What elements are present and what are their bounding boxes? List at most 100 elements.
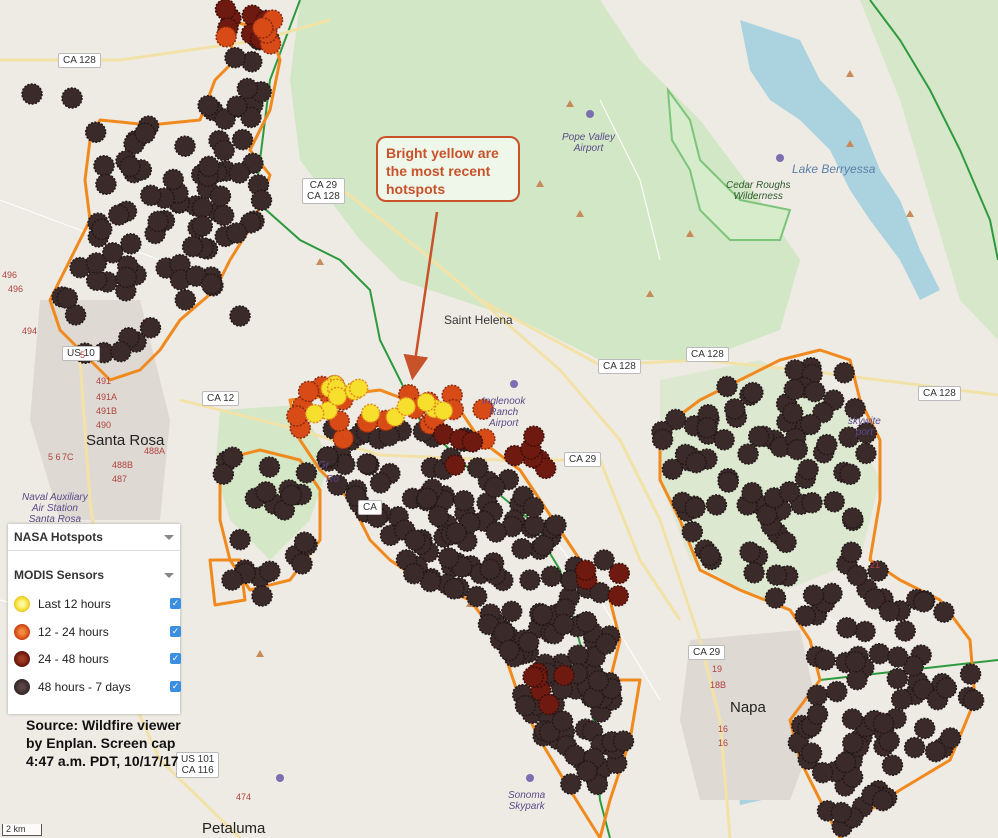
place-saint-helena: Saint Helena — [444, 313, 513, 327]
hotspot-48h-7d — [225, 222, 248, 244]
hotspot-48h-7d — [403, 562, 425, 585]
hotspot-48h-7d — [532, 534, 555, 557]
park-area — [290, 0, 800, 360]
hotspot-48h-7d — [894, 620, 916, 642]
hotspot-48h-7d — [840, 541, 863, 563]
hotspot-48h-7d — [213, 139, 235, 162]
exit-number: 21 — [870, 560, 881, 570]
hotspot-48h-7d — [612, 730, 635, 752]
hotspot-48h-7d — [962, 689, 985, 712]
hotspot-48h-7d — [356, 453, 378, 475]
hotspot-48h-7d — [839, 463, 861, 486]
hotspot-12-24h — [332, 427, 355, 450]
hotspot-48h-7d — [764, 587, 787, 609]
legend-item-label: Last 12 hours — [38, 597, 111, 611]
hotspot-48h-7d — [181, 235, 204, 258]
hotspot-48h-7d — [742, 381, 764, 404]
hotspot-48h-7d — [887, 646, 909, 668]
hotspot-48h-7d — [479, 558, 501, 581]
hotspot-48h-7d — [416, 487, 438, 510]
exit-number: 496 — [8, 284, 24, 294]
chevron-down-icon[interactable] — [164, 573, 174, 578]
hotspot-24-48h — [523, 425, 545, 447]
legend-item[interactable]: 48 hours - 7 days ✓ — [14, 677, 181, 711]
hotspot-48h-7d — [545, 514, 567, 536]
hotspot-48h-7d — [251, 585, 273, 607]
hotspot-48h-7d — [890, 688, 913, 711]
hotspot-last-12h — [304, 403, 325, 424]
chevron-down-icon[interactable] — [164, 535, 174, 540]
hotspot-48h-7d — [258, 456, 281, 478]
road-shield: CA 128 — [598, 359, 641, 374]
exit-number: 491A — [96, 392, 118, 402]
hotspot-48h-7d — [212, 463, 235, 485]
legend-item[interactable]: 24 - 48 hours ✓ — [14, 649, 181, 671]
hotspot-24-48h — [608, 562, 631, 585]
checkbox[interactable]: ✓ — [170, 598, 181, 609]
legend-item[interactable]: Last 12 hours ✓ — [14, 594, 181, 616]
hotspot-48h-7d — [912, 591, 935, 613]
hotspot-12-24h — [215, 26, 237, 48]
exit-number: 19 — [712, 664, 723, 674]
hotspot-48h-7d — [814, 649, 836, 671]
hotspot-48h-7d — [717, 471, 739, 493]
hotspot-48h-7d — [226, 95, 248, 117]
hotspot-48h-7d — [564, 744, 586, 766]
hotspot-48h-7d — [293, 531, 316, 553]
hotspot-48h-7d — [800, 742, 823, 764]
hotspot-48h-7d — [120, 232, 142, 255]
hotspot-48h-7d — [681, 521, 704, 543]
hotspot-48h-7d — [651, 428, 674, 451]
checkbox[interactable]: ✓ — [170, 626, 181, 637]
hotspot-24-48h — [553, 664, 575, 687]
exit-number: 487 — [112, 474, 128, 484]
hotspot-48h-7d — [685, 451, 707, 474]
hotspot-last-12h — [360, 403, 381, 424]
hotspot-icon — [14, 651, 30, 667]
hotspot-48h-7d — [804, 380, 826, 403]
hotspot-48h-7d — [713, 428, 735, 451]
exit-number: 490 — [96, 420, 112, 430]
hotspot-48h-7d — [519, 569, 541, 591]
hotspot-48h-7d — [140, 184, 162, 207]
hotspot-48h-7d — [255, 481, 277, 503]
hotspot-48h-7d — [786, 438, 809, 461]
legend-item[interactable]: 12 - 24 hours ✓ — [14, 622, 181, 644]
hotspot-48h-7d — [200, 273, 223, 295]
hotspot-48h-7d — [855, 442, 877, 465]
hotspot-48h-7d — [224, 46, 246, 69]
hotspot-24-48h — [607, 585, 629, 607]
legend-section: MODIS Sensors — [14, 568, 105, 582]
hotspot-48h-7d — [826, 680, 848, 703]
hotspot-48h-7d — [493, 621, 515, 644]
hotspot-48h-7d — [139, 317, 162, 339]
hotspot-48h-7d — [816, 433, 838, 456]
place-cedar-roughs: Cedar Roughs Wilderness — [726, 180, 791, 202]
hotspot-48h-7d — [833, 362, 855, 384]
hotspot-48h-7d — [823, 490, 845, 513]
checkbox[interactable]: ✓ — [170, 653, 181, 664]
hotspot-48h-7d — [56, 287, 79, 309]
hotspot-48h-7d — [593, 549, 615, 571]
hotspot-48h-7d — [737, 443, 759, 465]
exit-number: 474 — [236, 792, 252, 802]
hotspot-48h-7d — [743, 562, 765, 584]
hotspot-48h-7d — [595, 633, 617, 655]
hotspot-48h-7d — [913, 717, 936, 740]
hotspot-48h-7d — [522, 496, 545, 519]
hotspot-48h-7d — [95, 173, 117, 196]
hotspot-48h-7d — [806, 684, 829, 707]
hotspot-48h-7d — [209, 185, 232, 207]
hotspot-48h-7d — [587, 669, 610, 692]
hotspot-48h-7d — [575, 611, 598, 633]
hotspot-48h-7d — [551, 710, 574, 732]
checkbox[interactable]: ✓ — [170, 681, 181, 692]
hotspot-last-12h — [348, 378, 369, 399]
exit-number: 491 — [96, 376, 112, 386]
hotspot-48h-7d — [959, 663, 982, 685]
hotspot-24-48h — [444, 454, 466, 476]
hotspot-48h-7d — [212, 204, 235, 227]
hotspot-24-48h — [461, 431, 484, 453]
hotspot-48h-7d — [868, 642, 891, 665]
hotspot-48h-7d — [191, 215, 213, 237]
